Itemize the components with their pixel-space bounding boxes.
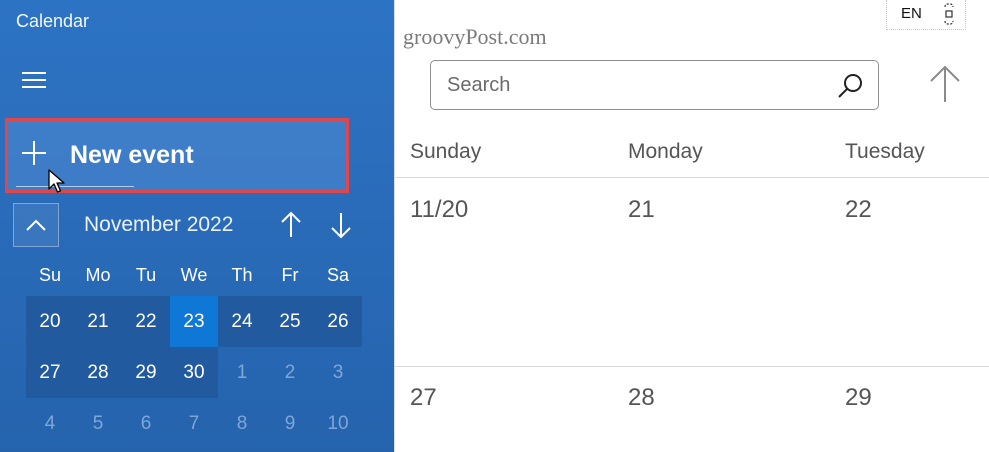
calendar-cell-date[interactable]: 28 (628, 384, 655, 412)
day-of-week: Tu (135, 265, 157, 285)
mini-calendar-day[interactable]: 25 (266, 296, 314, 347)
previous-month-arrow-icon[interactable] (278, 210, 304, 240)
day-of-week: Fr (281, 265, 299, 285)
arrow-up-icon[interactable] (928, 64, 962, 104)
plus-icon (22, 141, 46, 165)
next-month-arrow-icon[interactable] (328, 210, 354, 240)
calendar-cell-date[interactable]: 27 (410, 384, 437, 412)
calendar-cell-date[interactable]: 29 (845, 384, 872, 412)
new-event-label: New event (70, 141, 194, 169)
mini-calendar-day-next-month[interactable]: 10 (314, 398, 362, 449)
mini-calendar-day-next-month[interactable]: 7 (170, 398, 218, 449)
column-header-monday: Monday (628, 140, 703, 163)
mini-calendar-week: 20 21 22 23 24 25 26 (26, 296, 364, 347)
mini-calendar-day[interactable]: 29 (122, 347, 170, 398)
calendar-cell-date[interactable]: 11/20 (410, 196, 468, 224)
mini-calendar-month[interactable]: November 2022 (84, 213, 233, 237)
column-header-sunday: Sunday (410, 140, 482, 163)
mini-calendar-day-next-month[interactable]: 5 (74, 398, 122, 449)
mini-calendar-week: 27 28 29 30 1 2 3 (26, 347, 364, 398)
mini-calendar-day[interactable]: 28 (74, 347, 122, 398)
mini-calendar-day-next-month[interactable]: 3 (314, 347, 362, 398)
pane-divider (394, 0, 395, 452)
day-of-week: We (180, 265, 208, 285)
keyboard-layout-icon (944, 3, 954, 25)
mini-calendar-day-next-month[interactable]: 1 (218, 347, 266, 398)
calendar-cell-date[interactable]: 22 (845, 196, 872, 224)
chevron-up-icon (26, 219, 46, 231)
mini-calendar-day[interactable]: 22 (122, 296, 170, 347)
day-of-week: Mo (85, 265, 111, 285)
calendar-cell-date[interactable]: 21 (628, 196, 655, 224)
navigation-pane: Calendar New event November 2022 Su Mo T… (0, 0, 394, 452)
mini-calendar-day-next-month[interactable]: 4 (26, 398, 74, 449)
mini-calendar-day-next-month[interactable]: 8 (218, 398, 266, 449)
mini-calendar-day[interactable]: 21 (74, 296, 122, 347)
language-label: EN (901, 5, 922, 22)
app-title: Calendar (16, 11, 90, 31)
mini-calendar-day-today[interactable]: 23 (170, 296, 218, 347)
mini-calendar-day-next-month[interactable]: 2 (266, 347, 314, 398)
watermark: groovyPost.com (403, 24, 547, 49)
mini-calendar-day-next-month[interactable]: 9 (266, 398, 314, 449)
mini-calendar-day-next-month[interactable]: 6 (122, 398, 170, 449)
day-of-week: Su (38, 265, 62, 285)
language-indicator[interactable]: EN (886, 0, 966, 30)
mini-calendar-grid: Su Mo Tu We Th Fr Sa 20 21 22 23 24 25 2… (26, 254, 364, 449)
grid-divider (394, 177, 989, 178)
collapse-calendar-button[interactable] (13, 203, 59, 247)
days-of-week-row: Su Mo Tu We Th Fr Sa (26, 254, 364, 296)
mini-calendar-day[interactable]: 26 (314, 296, 362, 347)
day-of-week: Sa (326, 265, 350, 285)
column-header-tuesday: Tuesday (845, 140, 925, 163)
mini-calendar-day[interactable]: 20 (26, 296, 74, 347)
hamburger-menu-icon[interactable] (22, 70, 48, 90)
grid-divider (394, 366, 989, 367)
mouse-pointer-icon (48, 169, 65, 193)
new-event-button[interactable]: New event (5, 118, 349, 193)
mini-calendar-day[interactable]: 24 (218, 296, 266, 347)
mini-calendar-day[interactable]: 30 (170, 347, 218, 398)
day-of-week: Th (231, 265, 253, 285)
search-box[interactable] (430, 60, 879, 110)
mini-calendar-week: 4 5 6 7 8 9 10 (26, 398, 364, 449)
button-underline (16, 186, 134, 187)
search-input[interactable] (447, 71, 827, 99)
search-icon[interactable] (835, 71, 865, 101)
mini-calendar-day[interactable]: 27 (26, 347, 74, 398)
